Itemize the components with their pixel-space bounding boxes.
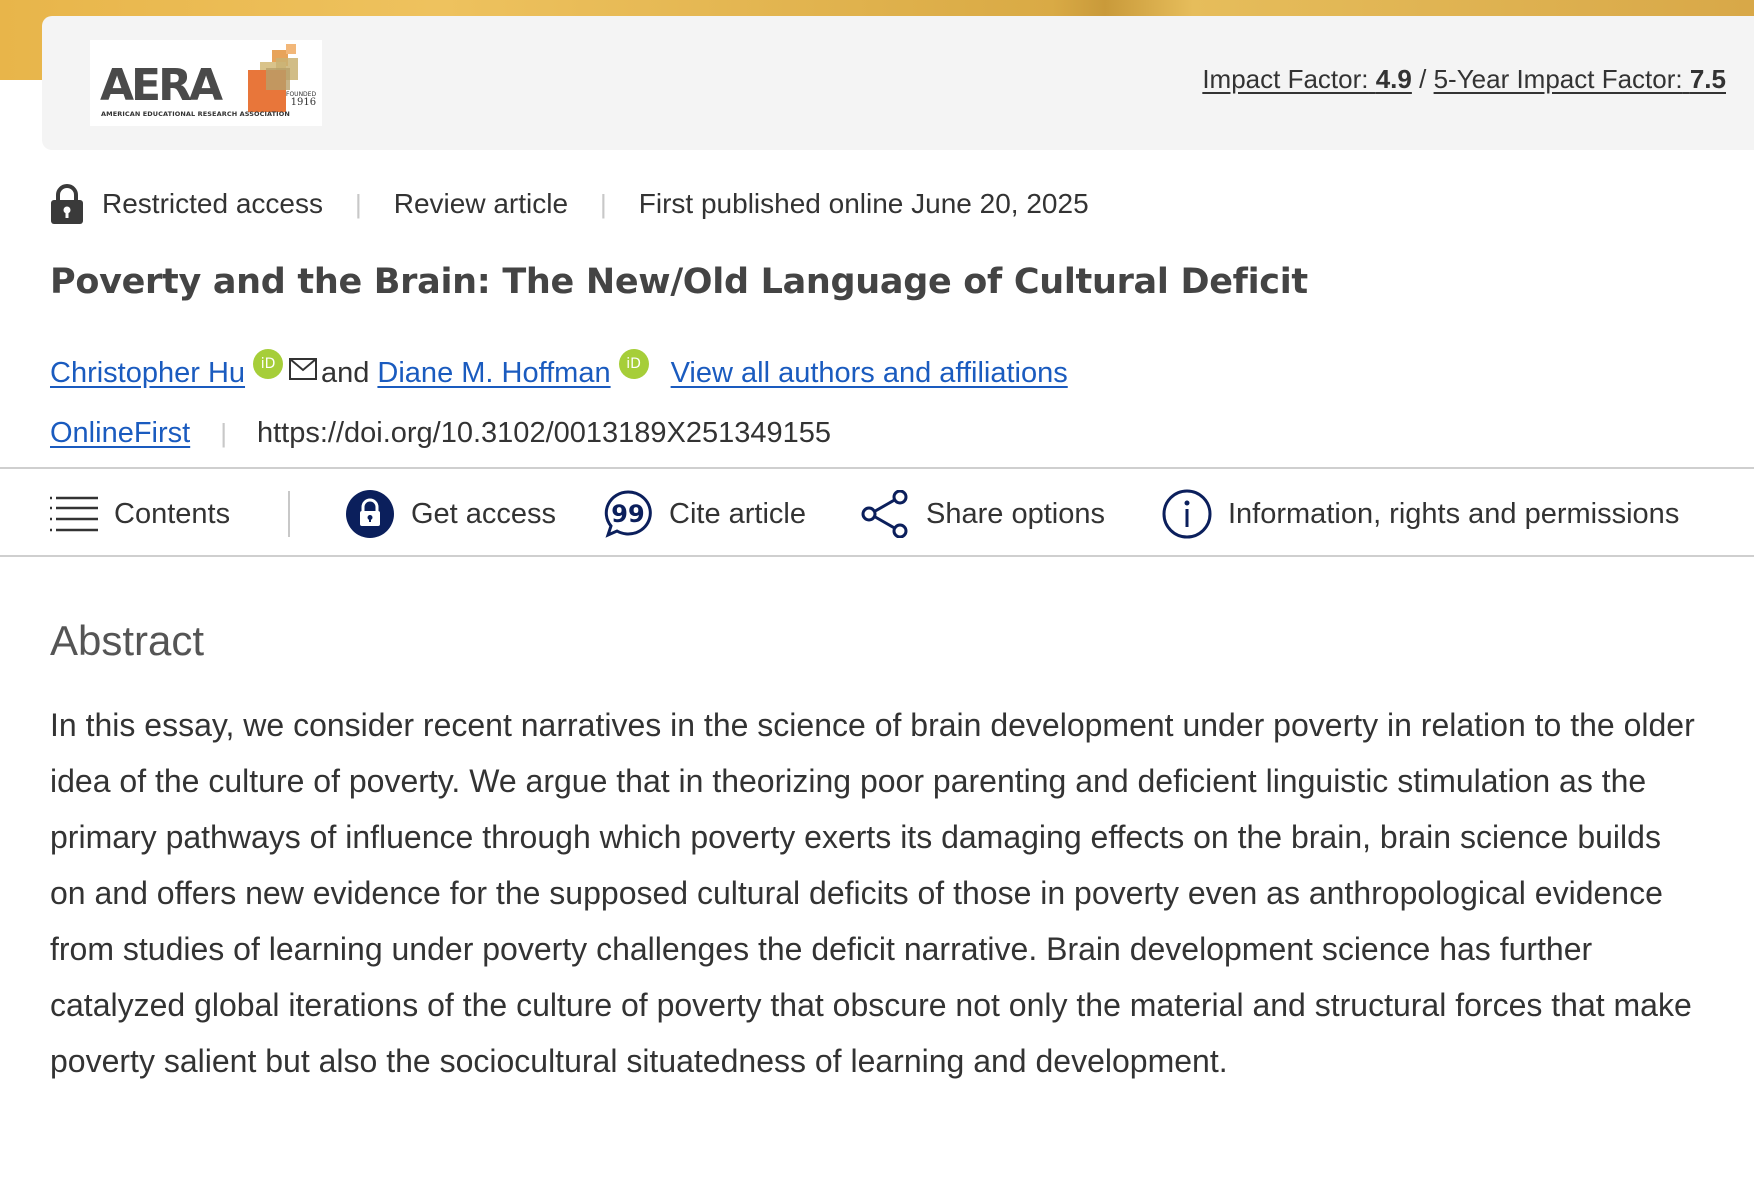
author-link-1[interactable]: Christopher Hu (50, 357, 245, 390)
logo-wordmark: AERA (100, 60, 223, 111)
information-label: Information, rights and permissions (1228, 497, 1680, 530)
article-title: Poverty and the Brain: The New/Old Langu… (50, 262, 1308, 302)
abstract-body: In this essay, we consider recent narrat… (50, 707, 1695, 1079)
author-list: Christopher Hu iD and Diane M. Hoffman i… (50, 349, 1068, 394)
toolbar-divider (288, 491, 290, 537)
lock-icon (51, 184, 83, 224)
doi-row: OnlineFirst | https://doi.org/10.3102/00… (50, 416, 832, 450)
view-all-authors-link[interactable]: View all authors and affiliations (671, 357, 1068, 390)
mail-icon[interactable] (289, 358, 318, 380)
contents-button[interactable]: Contents (50, 491, 230, 537)
doi-text: https://doi.org/10.3102/0013189X25134915… (256, 416, 832, 449)
author-join: and (321, 356, 370, 389)
orcid-icon[interactable]: iD (618, 349, 649, 379)
logo-subtitle: AMERICAN EDUCATIONAL RESEARCH ASSOCIATIO… (101, 110, 290, 118)
share-options-label: Share options (926, 497, 1105, 530)
cite-article-label: Cite article (669, 497, 806, 530)
orcid-icon[interactable]: iD (253, 349, 284, 379)
journal-logo[interactable]: AERA AMERICAN EDUCATIONAL RESEARCH ASSOC… (90, 40, 322, 126)
lock-circle-icon (346, 490, 394, 538)
abstract-heading: Abstract (50, 617, 205, 664)
author-link-2[interactable]: Diane M. Hoffman (377, 357, 610, 390)
quote-icon: 99 (604, 490, 652, 538)
online-first-link[interactable]: OnlineFirst (50, 417, 190, 450)
publish-date: First published online June 20, 2025 (638, 188, 1089, 219)
share-icon (861, 490, 908, 538)
get-access-button[interactable]: Get access (345, 490, 557, 538)
share-options-button[interactable]: Share options (860, 490, 1105, 538)
five-year-impact-factor-link[interactable]: 5-Year Impact Factor: 7.5 (1434, 64, 1726, 94)
article-toolbar: Contents Get access 99 Cite article Shar… (0, 467, 1754, 557)
svg-text:99: 99 (611, 500, 644, 528)
cite-article-button[interactable]: 99 Cite article (603, 490, 806, 538)
access-status: Restricted access (102, 188, 323, 219)
impact-factor-link[interactable]: Impact Factor: 4.9 (1202, 64, 1412, 94)
logo-founded: FOUNDED 1916 (286, 91, 317, 108)
article-type: Review article (393, 188, 569, 219)
list-icon (50, 496, 98, 532)
information-button[interactable]: Information, rights and permissions (1162, 489, 1680, 539)
impact-factor[interactable]: Impact Factor: 4.9 / 5-Year Impact Facto… (1202, 64, 1726, 95)
article-meta: Restricted access | Review article | Fir… (50, 180, 1089, 228)
info-icon (1162, 489, 1212, 539)
get-access-label: Get access (411, 497, 557, 530)
contents-label: Contents (114, 497, 231, 530)
